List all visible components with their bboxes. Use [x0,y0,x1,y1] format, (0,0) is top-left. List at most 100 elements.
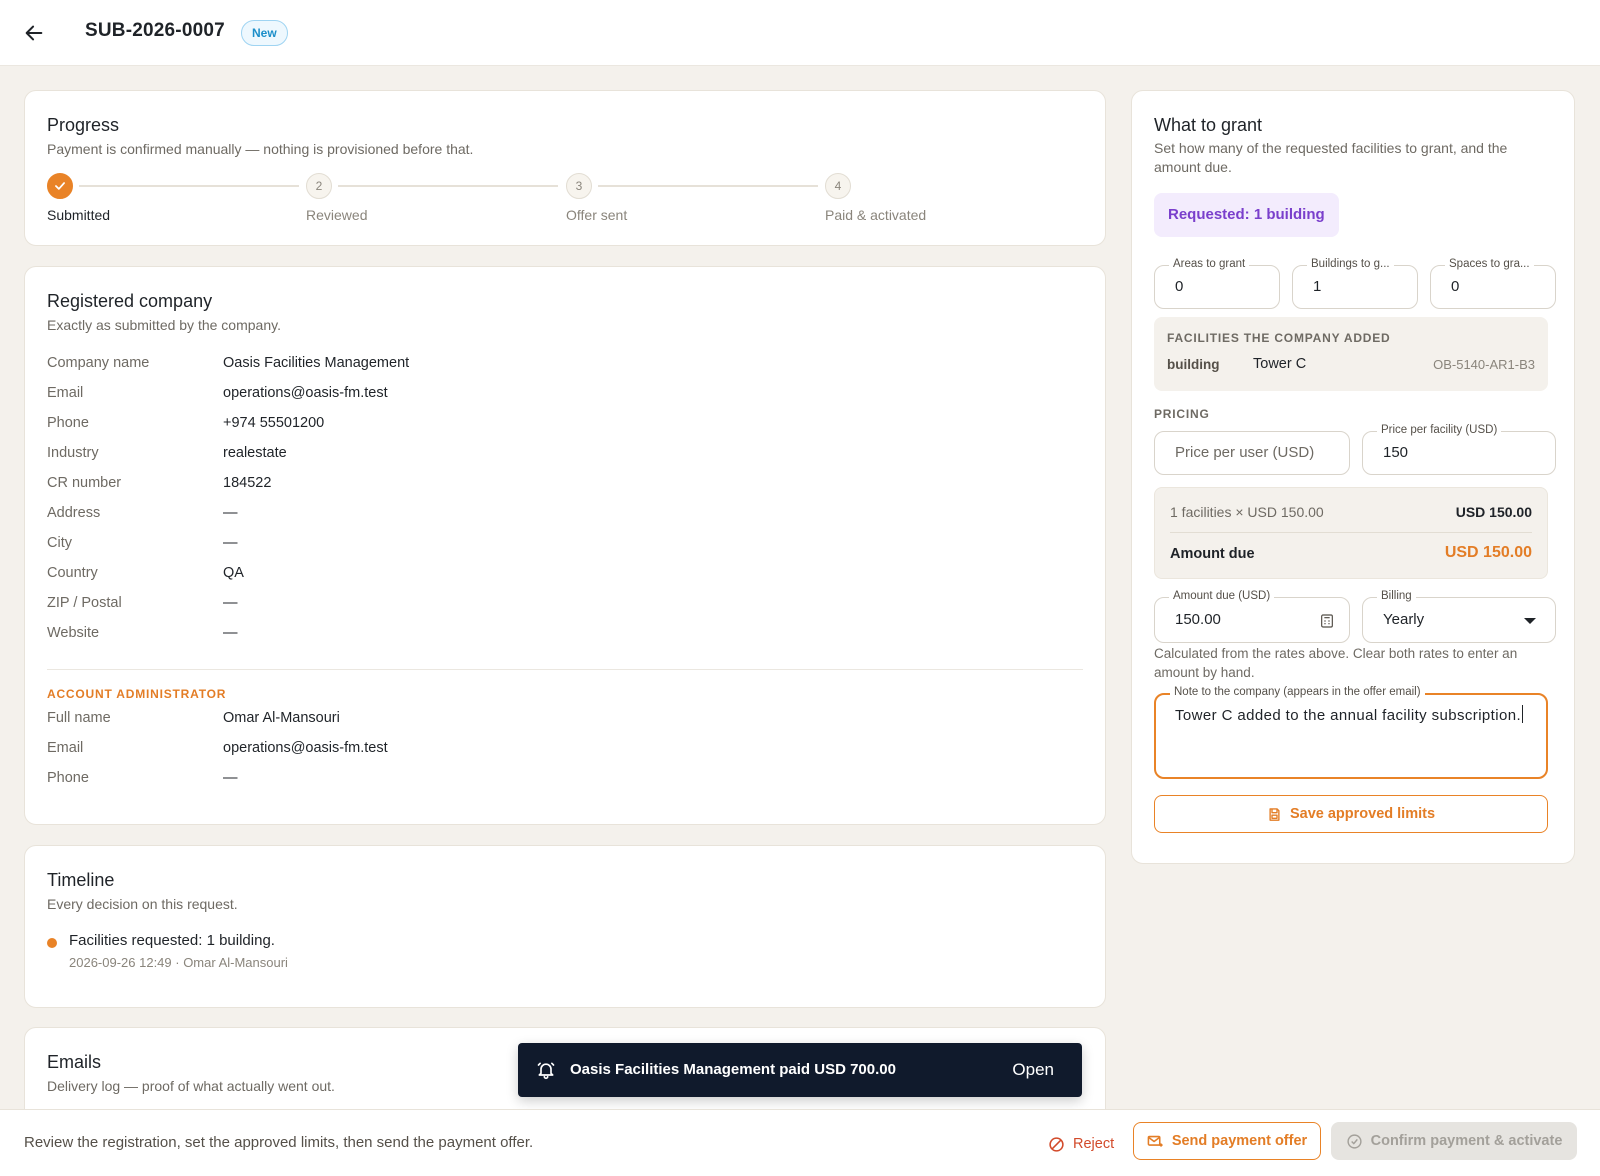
step-reviewed: 2 Reviewed [306,173,367,223]
step-label: Paid & activated [825,207,927,223]
action-footer: Review the registration, set the approve… [0,1109,1600,1176]
info-value: — [223,625,238,641]
note-to-company-textarea[interactable]: Note to the company (appears in the offe… [1154,686,1548,779]
toast-message: Oasis Facilities Management paid USD 700… [570,1061,896,1078]
field-label: Price per facility (USD) [1377,424,1502,436]
send-payment-offer-button[interactable]: Send payment offer [1133,1122,1321,1160]
pricing-label: PRICING [1154,407,1210,421]
calculator-icon [1321,614,1333,628]
back-button[interactable] [18,17,50,49]
toast-open-button[interactable]: Open [1012,1060,1054,1080]
emails-title: Emails [47,1052,102,1072]
calc-line-value: USD 150.00 [1455,504,1532,520]
info-value: QA [223,565,244,581]
bell-ring-icon [537,1062,555,1080]
save-button-label: Save approved limits [1289,806,1436,822]
facility-type: building [1167,357,1220,372]
save-approved-limits-button[interactable]: Save approved limits [1154,795,1548,833]
info-key: City [47,535,72,551]
reject-label: Reject [1073,1136,1115,1152]
info-key: Address [47,505,101,521]
note-text: Tower C added to the annual facility sub… [1175,705,1525,727]
step-connector [598,185,818,187]
field-value: Yearly [1383,611,1425,628]
stepper: Submitted 2 Reviewed 3 Offer sent 4 Paid… [47,173,1087,233]
info-key: Phone [47,415,89,431]
price-per-user-placeholder: Price per user (USD) [1175,444,1315,461]
field-label: Spaces to gra... [1445,258,1534,270]
note-label: Note to the company (appears in the offe… [1170,686,1425,698]
company-title: Registered company [47,291,213,311]
status-badge: New [241,20,288,46]
confirm-payment-activate-button[interactable]: Confirm payment & activate [1331,1122,1577,1160]
step-submitted: Submitted [47,173,110,223]
field-value: 0 [1175,278,1184,295]
info-key: Email [47,740,84,756]
timeline-title: Timeline [47,870,115,890]
areas-to-grant-input[interactable]: Areas to grant 0 [1154,258,1280,309]
info-value: operations@oasis-fm.test [223,385,388,401]
step-number: 4 [825,173,851,199]
arrow-left-icon [25,25,43,41]
info-key: Email [47,385,84,401]
badge-check-icon [1347,1133,1362,1149]
field-value: 1 [1313,278,1322,295]
info-key: Website [47,625,100,641]
field-value: 150 [1383,444,1409,461]
progress-card: Progress Payment is confirmed manually —… [24,90,1106,246]
top-bar: SUB-2026-0007 New [0,0,1600,66]
registered-company-card: Registered company Exactly as submitted … [24,266,1106,825]
info-value: operations@oasis-fm.test [223,740,388,756]
info-value: — [223,770,238,786]
reject-button[interactable]: Reject [1040,1126,1122,1162]
ban-icon [1049,1136,1064,1152]
page-title: SUB-2026-0007 [85,20,225,41]
amount-helper-text: Calculated from the rates above. Clear b… [1154,646,1518,680]
confirm-label: Confirm payment & activate [1370,1133,1563,1149]
emails-subtitle: Delivery log — proof of what actually we… [47,1078,335,1094]
info-key: Industry [47,445,99,461]
calc-divider [1170,532,1532,533]
timeline-subtitle: Every decision on this request. [47,896,238,912]
note-value: Tower C added to the annual facility sub… [1175,707,1522,724]
text-caret [1522,705,1524,723]
step-connector [338,185,558,187]
facilities-title: FACILITIES THE COMPANY ADDED [1167,331,1391,345]
info-value: realestate [223,445,287,461]
field-value: 0 [1451,278,1460,295]
billing-select[interactable]: Billing Yearly [1362,590,1556,643]
step-connector [79,185,299,187]
step-label: Offer sent [566,207,628,223]
info-value: Omar Al-Mansouri [223,710,340,726]
info-key: Phone [47,770,89,786]
step-label: Reviewed [306,207,368,223]
spaces-to-grant-input[interactable]: Spaces to gra... 0 [1430,258,1556,309]
timeline-item-meta: 2026-09-26 12:49 · Omar Al-Mansouri [69,955,288,970]
field-value: 150.00 [1175,611,1221,628]
price-per-user-input[interactable]: Price per user (USD) [1154,431,1350,475]
facility-name: Tower C [1253,356,1307,372]
step-number: 2 [306,173,332,199]
payment-toast: Oasis Facilities Management paid USD 700… [518,1043,1082,1097]
price-per-facility-input[interactable]: Price per facility (USD) 150 [1362,424,1556,475]
amount-calculation-box: 1 facilities × USD 150.00 USD 150.00 Amo… [1154,487,1548,579]
info-value: +974 55501200 [223,415,325,431]
amount-due-value: USD 150.00 [1444,544,1532,561]
amount-due-input[interactable]: Amount due (USD) 150.00 [1154,590,1350,643]
field-label: Billing [1377,590,1416,602]
amount-due-label: Amount due [1170,546,1255,562]
facilities-added-box: FACILITIES THE COMPANY ADDED building To… [1154,317,1548,391]
progress-subtitle: Payment is confirmed manually — nothing … [47,141,474,157]
grant-title: What to grant [1154,115,1263,135]
info-value: Oasis Facilities Management [223,355,410,371]
step-paid-activated: 4 Paid & activated [825,173,926,223]
progress-title: Progress [47,115,120,135]
footer-hint: Review the registration, set the approve… [24,1134,534,1151]
info-key: Company name [47,355,150,371]
buildings-to-grant-input[interactable]: Buildings to g... 1 [1292,258,1418,309]
info-value: — [223,505,238,521]
info-value: — [223,535,238,551]
timeline-item-text: Facilities requested: 1 building. [69,932,275,949]
requested-chip: Requested: 1 building [1154,193,1339,237]
save-icon [1269,807,1280,821]
